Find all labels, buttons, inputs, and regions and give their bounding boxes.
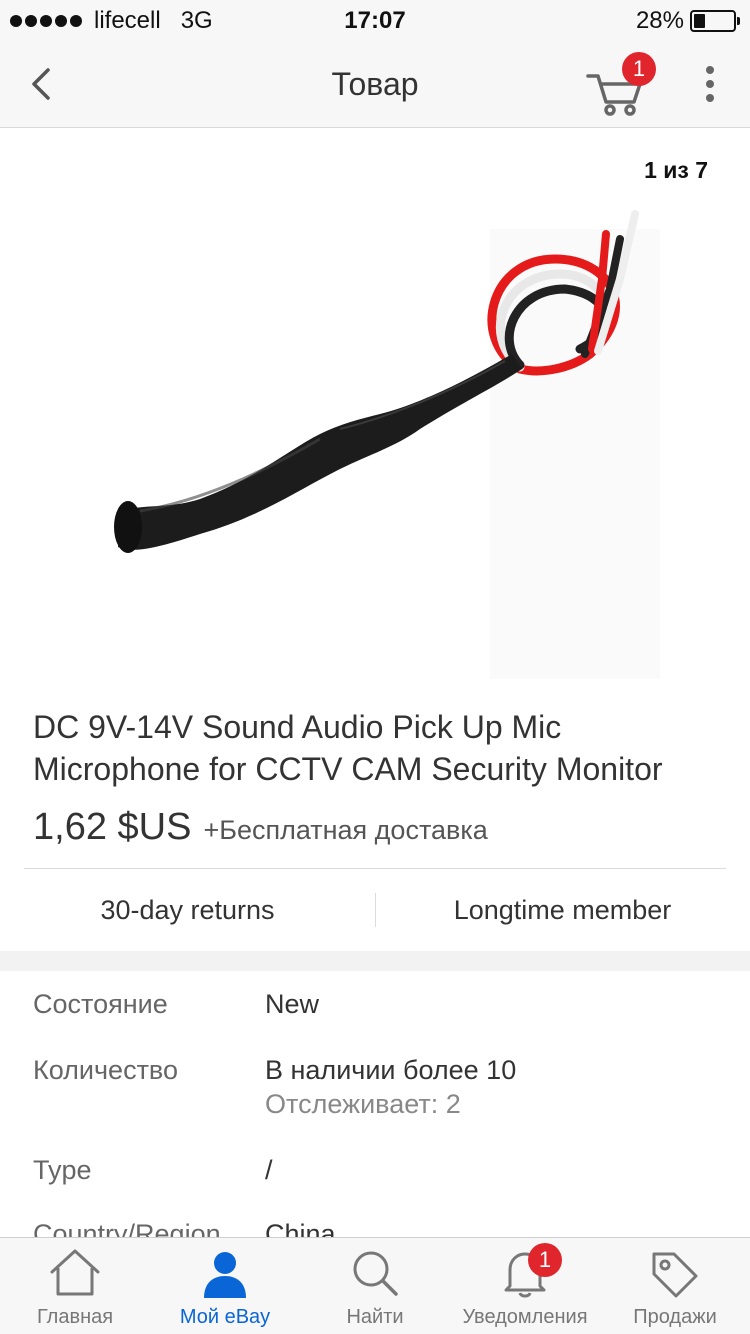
badge-separator — [375, 893, 376, 927]
tab-selling[interactable]: Продажи — [600, 1238, 750, 1334]
tab-bar: Главная Мой eBay Найти 1 Уведомления Про… — [0, 1237, 750, 1334]
status-bar: lifecell 3G 17:07 28% — [0, 0, 750, 40]
item-specifics: Состояние New Количество В наличии более… — [0, 971, 750, 1237]
tab-my-ebay[interactable]: Мой eBay — [150, 1238, 300, 1334]
more-vertical-icon — [706, 66, 714, 102]
tag-icon — [652, 1252, 698, 1298]
returns-badge[interactable]: 30-day returns — [0, 869, 375, 951]
spec-label: Country/Region — [33, 1219, 221, 1237]
spec-label: Состояние — [33, 989, 168, 1019]
notifications-count-badge: 1 — [528, 1243, 562, 1277]
spec-value: China — [265, 1219, 336, 1237]
spec-label: Количество — [33, 1055, 178, 1085]
spec-value: / — [265, 1155, 273, 1185]
spec-label: Type — [33, 1155, 92, 1185]
section-separator — [0, 951, 750, 971]
status-right: 28% — [635, 7, 740, 35]
price-row: 1,62 $US +Бесплатная доставка — [33, 806, 488, 849]
nav-bar: Товар 1 — [0, 40, 750, 128]
product-photo-microphone — [114, 210, 660, 679]
shipping-info: +Бесплатная доставка — [203, 815, 488, 845]
tab-search[interactable]: Найти — [300, 1238, 450, 1334]
tab-label: Мой eBay — [179, 1306, 271, 1328]
spec-value: В наличии более 10 — [265, 1055, 517, 1085]
member-badge[interactable]: Longtime member — [375, 869, 750, 951]
spec-value: New — [265, 989, 320, 1019]
user-icon — [204, 1252, 246, 1298]
cart-count-badge: 1 — [622, 52, 656, 86]
tab-label: Продажи — [633, 1306, 717, 1328]
gallery-counter: 1 из 7 — [644, 157, 708, 183]
spec-watchers: Отслеживает: 2 — [265, 1089, 461, 1119]
more-options-button[interactable] — [698, 64, 722, 104]
battery-icon — [690, 10, 740, 32]
search-icon — [353, 1251, 398, 1296]
tab-label: Главная — [36, 1306, 114, 1328]
home-icon — [50, 1249, 100, 1296]
tab-label: Уведомления — [462, 1306, 588, 1328]
tab-notifications[interactable]: 1 Уведомления — [450, 1238, 600, 1334]
product-title: DC 9V-14V Sound Audio Pick Up Mic Microp… — [33, 709, 663, 787]
product-price: 1,62 $US — [33, 806, 192, 848]
product-gallery[interactable]: 1 из 7 — [0, 129, 750, 685]
tab-label: Найти — [346, 1306, 404, 1328]
tab-home[interactable]: Главная — [0, 1238, 150, 1334]
battery-percent: 28% — [635, 7, 684, 34]
seller-badges: 30-day returns Longtime member — [0, 869, 750, 951]
